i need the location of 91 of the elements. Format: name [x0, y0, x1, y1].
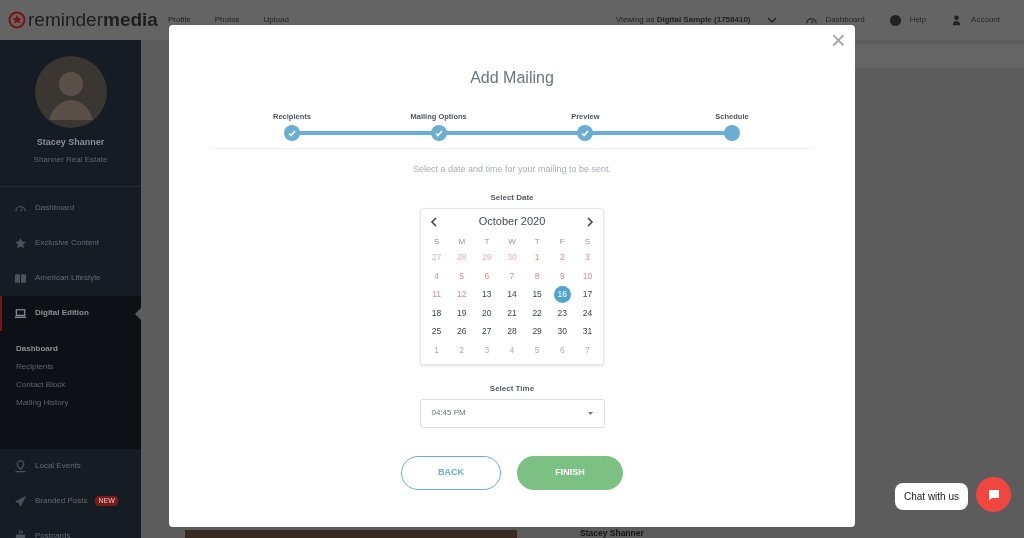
sidebar-label: American Lifestyle [35, 272, 101, 284]
weekday-label: S [432, 235, 441, 248]
submenu-item[interactable]: Recipients [16, 360, 125, 373]
calendar-day[interactable]: 18 [428, 304, 446, 322]
book-icon [14, 271, 27, 285]
next-month-icon[interactable] [587, 216, 594, 227]
calendar-day: 12 [453, 286, 471, 304]
calendar-day[interactable]: 28 [503, 323, 521, 341]
weekday-label: T [483, 235, 491, 248]
logo-icon [8, 11, 26, 29]
profile-company: Shanner Real Estate [33, 153, 108, 166]
chat-label[interactable]: Chat with us [895, 483, 969, 510]
date-label: Select Date [490, 191, 534, 204]
calendar-day[interactable]: 22 [528, 304, 546, 322]
chevron-down-icon[interactable] [766, 17, 777, 23]
sidebar-item[interactable]: Digital Edition [0, 295, 141, 331]
checkmark-icon [581, 129, 590, 137]
checkmark-icon [288, 129, 296, 137]
star-icon [14, 236, 27, 250]
calendar-day[interactable]: 24 [578, 304, 596, 322]
sidebar-item[interactable]: American Lifestyle [0, 260, 141, 296]
submenu-item[interactable]: Mailing History [16, 396, 125, 409]
weekday-label: F [558, 235, 566, 248]
calendar-day[interactable]: 29 [528, 323, 546, 341]
calendar-day[interactable]: 13 [478, 286, 496, 304]
calendar-day: 28 [453, 249, 471, 267]
calendar-day: 27 [428, 249, 446, 267]
calendar-day: 29 [478, 249, 496, 267]
calendar-day: 6 [553, 341, 571, 359]
agent-name: Stacey Shanner [580, 529, 644, 538]
calendar-day: 5 [528, 341, 546, 359]
calendar-day[interactable]: 17 [578, 286, 596, 304]
laptop-icon [14, 306, 27, 320]
sidebar-label: Local Events [35, 460, 81, 472]
calendar-day[interactable]: 26 [453, 323, 471, 341]
calendar-day[interactable]: 27 [478, 323, 496, 341]
submenu-item[interactable]: Dashboard [16, 342, 125, 355]
checkmark-icon [434, 129, 443, 137]
calendar-day[interactable]: 23 [553, 304, 571, 322]
sidebar-item[interactable]: Dashboard [0, 190, 141, 226]
calendar-day: 9 [553, 267, 571, 285]
sidebar-label: Branded Posts [35, 495, 88, 507]
calendar-day: 1 [428, 341, 446, 359]
calendar-day[interactable]: 30 [553, 323, 571, 341]
submenu-item[interactable]: Contact Block [16, 378, 125, 391]
sidebar-label: Postcards [35, 530, 71, 538]
calendar-day: 10 [578, 267, 596, 285]
calendar-day: 11 [428, 286, 446, 304]
calendar-day: 2 [553, 249, 571, 267]
previous-month-icon[interactable] [430, 216, 437, 227]
calendar-day: 8 [528, 267, 546, 285]
instruction-text: Select a date and time for your mailing to be sent. [412, 163, 612, 176]
sidebar-label: Dashboard [35, 202, 75, 214]
calendar-day: 3 [578, 249, 596, 267]
sidebar-item[interactable]: Postcards [0, 518, 141, 538]
weekday-label: M [457, 235, 467, 248]
paper-plane-icon [14, 494, 27, 508]
dropdown-caret-icon [587, 411, 593, 415]
calendar-day[interactable]: 25 [428, 323, 446, 341]
calendar-day: 5 [453, 267, 471, 285]
chat-button[interactable] [976, 477, 1011, 512]
weekday-label: T [533, 235, 541, 248]
calendar-day: 7 [503, 267, 521, 285]
calendar-day: 1 [528, 249, 546, 267]
time-select[interactable]: 04:45 PM [419, 398, 605, 428]
time-label: Select Time [489, 382, 535, 395]
calendar-day: 4 [503, 341, 521, 359]
chat-bubble-icon [987, 488, 1000, 501]
calendar-day[interactable]: 15 [528, 286, 546, 304]
calendar-day: 3 [478, 341, 496, 359]
selection-pointer [135, 307, 141, 320]
map-pin-icon [14, 459, 27, 473]
profile-name: Stacey Shanner [36, 136, 105, 149]
calendar-day[interactable]: 19 [453, 304, 471, 322]
modal-title: Add Mailing [470, 68, 554, 88]
month-title: October 2020 [478, 214, 546, 230]
sidebar-item[interactable]: Local Events [0, 448, 141, 484]
calendar-day: 30 [503, 249, 521, 267]
weekday-label: S [583, 235, 592, 248]
calendar-day: 2 [453, 341, 471, 359]
calendar-day[interactable]: 14 [503, 286, 521, 304]
sidebar-label: Digital Edition [35, 307, 89, 319]
calendar-day[interactable]: 21 [503, 304, 521, 322]
weekday-label: W [507, 235, 517, 248]
calendar-day: 4 [428, 267, 446, 285]
calendar-day: 6 [478, 267, 496, 285]
sidebar-item[interactable]: Exclusive Content [0, 225, 141, 261]
calendar-day[interactable]: 20 [478, 304, 496, 322]
calendar-day[interactable]: 31 [578, 323, 596, 341]
calendar-day: 7 [578, 341, 596, 359]
sidebar-label: Exclusive Content [35, 237, 100, 249]
